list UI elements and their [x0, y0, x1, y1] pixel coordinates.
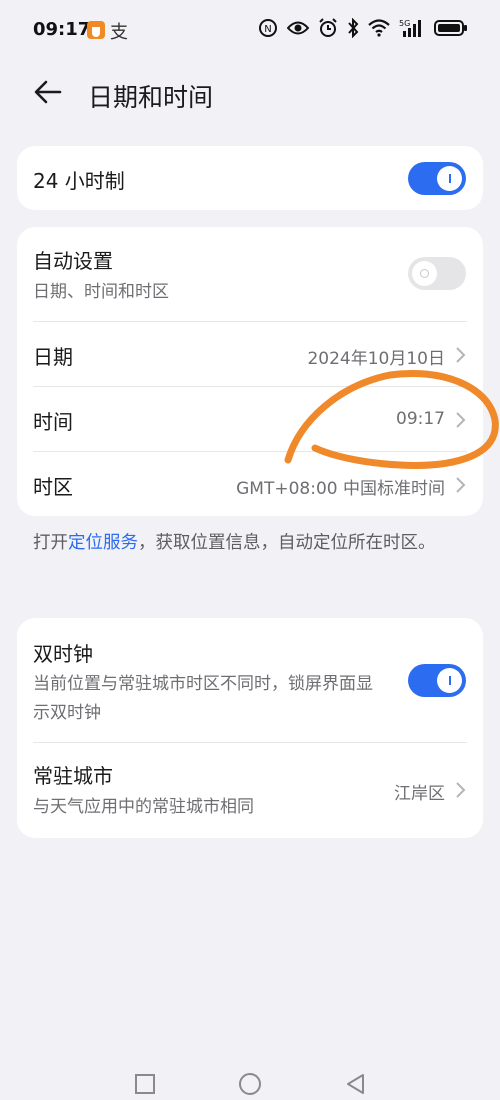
status-icons: N 5G — [258, 18, 468, 38]
arrow-left-icon — [34, 80, 62, 104]
home-button[interactable] — [238, 1072, 262, 1096]
date-label: 日期 — [33, 345, 73, 369]
hour24-label: 24 小时制 — [33, 169, 125, 193]
alipay-notification-icon: 支 — [110, 22, 128, 43]
timezone-value: GMT+08:00 中国标准时间 — [236, 479, 445, 499]
chevron-right-icon — [456, 412, 466, 428]
auto-setting-row[interactable]: 自动设置 日期、时间和时区 — [17, 227, 483, 321]
dual-clock-label: 双时钟 — [33, 642, 93, 666]
app-notification-icon — [87, 21, 105, 39]
auto-setting-toggle[interactable] — [408, 257, 466, 290]
datetime-card: 自动设置 日期、时间和时区 日期 2024年10月10日 时间 09:17 时区… — [17, 227, 483, 516]
time-row[interactable]: 时间 09:17 — [17, 387, 483, 451]
auto-setting-label: 自动设置 — [33, 249, 113, 273]
app-bar: 日期和时间 — [0, 62, 500, 122]
status-time: 09:17 — [33, 19, 91, 40]
timezone-label: 时区 — [33, 475, 73, 499]
timezone-row[interactable]: 时区 GMT+08:00 中国标准时间 — [17, 452, 483, 516]
back-button[interactable] — [30, 74, 70, 110]
wifi-icon — [368, 19, 390, 37]
chevron-right-icon — [456, 477, 466, 493]
hour24-card: 24 小时制 — [17, 146, 483, 210]
auto-setting-subtitle: 日期、时间和时区 — [33, 282, 169, 302]
home-city-value: 江岸区 — [394, 784, 445, 804]
hour24-toggle[interactable] — [408, 162, 466, 195]
home-city-row[interactable]: 常驻城市 与天气应用中的常驻城市相同 江岸区 — [17, 743, 483, 838]
nfc-icon: N — [259, 19, 277, 37]
back-triangle-icon — [347, 1074, 364, 1094]
signal-5g-icon: 5G — [399, 19, 421, 37]
time-label: 时间 — [33, 410, 73, 434]
chevron-right-icon — [456, 782, 466, 798]
time-value: 09:17 — [396, 409, 445, 429]
note-prefix: 打开 — [33, 533, 68, 553]
dual-clock-row[interactable]: 双时钟 当前位置与常驻城市时区不同时，锁屏界面显示双时钟 — [17, 618, 483, 742]
nav-back-button[interactable] — [344, 1072, 368, 1096]
home-city-label: 常驻城市 — [33, 764, 113, 788]
dual-clock-toggle[interactable] — [408, 664, 466, 697]
bluetooth-icon — [348, 18, 359, 38]
status-bar: 09:17 支 N 5G — [0, 0, 500, 60]
chevron-right-icon — [456, 347, 466, 363]
note-suffix: ，获取位置信息，自动定位所在时区。 — [138, 533, 436, 553]
location-note: 打开定位服务，获取位置信息，自动定位所在时区。 — [33, 527, 453, 559]
alarm-icon — [319, 18, 337, 37]
location-service-link[interactable]: 定位服务 — [68, 533, 138, 553]
recent-apps-button[interactable] — [133, 1072, 157, 1096]
battery-icon — [434, 20, 467, 36]
svg-text:N: N — [264, 24, 271, 35]
eye-icon — [287, 21, 309, 35]
dual-clock-card: 双时钟 当前位置与常驻城市时区不同时，锁屏界面显示双时钟 常驻城市 与天气应用中… — [17, 618, 483, 838]
home-city-subtitle: 与天气应用中的常驻城市相同 — [33, 797, 254, 817]
recent-apps-square-icon — [135, 1074, 155, 1094]
page-title: 日期和时间 — [88, 83, 214, 112]
system-nav-bar — [0, 1066, 500, 1096]
home-circle-icon — [239, 1073, 261, 1095]
svg-text:5G: 5G — [399, 19, 410, 28]
date-value: 2024年10月10日 — [307, 349, 445, 369]
hour24-row[interactable]: 24 小时制 — [17, 146, 483, 210]
dual-clock-subtitle: 当前位置与常驻城市时区不同时，锁屏界面显示双时钟 — [33, 674, 373, 723]
date-row[interactable]: 日期 2024年10月10日 — [17, 322, 483, 386]
